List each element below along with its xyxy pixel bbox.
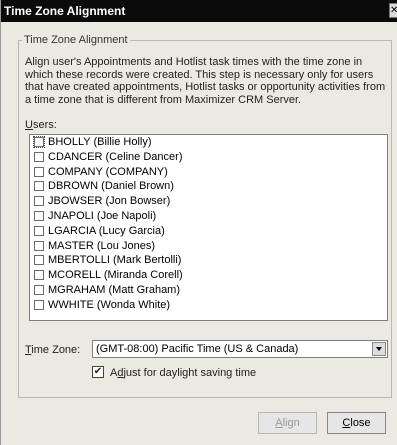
time-zone-select[interactable]: (GMT-08:00) Pacific Time (US & Canada) [92,340,388,358]
users-label-text: sers: [32,119,57,131]
user-list-item[interactable]: COMPANY (COMPANY) [30,165,387,180]
daylight-saving-checkbox[interactable]: ✔ [92,366,104,379]
user-list-item[interactable]: MBERTOLLI (Mark Bertolli) [30,253,387,268]
align-button-mnemonic: A [275,417,283,429]
user-label: JNAPOLI (Joe Napoli) [48,209,157,222]
title-bar[interactable]: Time Zone Alignment ✕ [1,0,397,22]
user-checkbox[interactable] [34,284,44,295]
user-checkbox[interactable] [34,210,44,221]
user-list-item[interactable]: MGRAHAM (Matt Graham) [30,283,387,298]
user-label: COMPANY (COMPANY) [48,165,168,178]
user-label: LGARCIA (Lucy Garcia) [48,224,165,237]
user-list-item[interactable]: JNAPOLI (Joe Napoli) [30,209,387,224]
user-checkbox[interactable] [34,225,44,236]
user-checkbox[interactable] [34,270,44,281]
close-button-text: lose [350,417,371,429]
user-checkbox[interactable] [33,136,45,148]
user-list-item[interactable]: CDANCER (Celine Dancer) [30,150,387,165]
user-checkbox[interactable] [34,196,44,207]
time-zone-label: Time Zone: [25,344,80,356]
user-label: MCORELL (Miranda Corell) [48,269,183,282]
window-title: Time Zone Alignment [4,4,126,18]
user-checkbox[interactable] [34,166,44,177]
user-list-item[interactable]: DBROWN (Daniel Brown) [30,179,387,194]
time-zone-label-text: ime Zone: [31,344,81,356]
group-legend: Time Zone Alignment [24,34,128,46]
close-button[interactable]: Close [327,412,386,434]
dst-label-text: just for daylight saving time [123,367,257,379]
user-list-item[interactable]: BHOLLY (Billie Holly) [30,135,387,150]
user-list-item[interactable]: MCORELL (Miranda Corell) [30,268,387,283]
description-text: Align user's Appointments and Hotlist ta… [25,56,386,106]
user-checkbox[interactable] [34,181,44,192]
users-label: Users: [25,119,57,131]
time-zone-value: (GMT-08:00) Pacific Time (US & Canada) [96,343,299,355]
user-checkbox[interactable] [34,151,44,162]
user-label: BHOLLY (Billie Holly) [48,136,152,148]
user-list-item[interactable]: LGARCIA (Lucy Garcia) [30,224,387,239]
user-label: WWHITE (Wonda White) [48,298,171,311]
user-list-item[interactable]: MASTER (Lou Jones) [30,239,387,254]
user-list-item[interactable]: WWHITE (Wonda White) [30,298,387,313]
user-checkbox[interactable] [34,299,44,310]
align-button[interactable]: Align [258,412,317,434]
time-zone-alignment-dialog: Time Zone Alignment ✕ Time Zone Alignmen… [0,0,397,445]
dropdown-arrow-icon[interactable] [372,342,386,356]
users-label-mnemonic: U [25,119,33,131]
user-label: CDANCER (Celine Dancer) [48,150,183,163]
user-label: MGRAHAM (Matt Graham) [48,283,181,296]
daylight-saving-option[interactable]: ✔ Adjust for daylight saving time [92,366,257,379]
user-list-item[interactable]: JBOWSER (Jon Bowser) [30,194,387,209]
user-label: DBROWN (Daniel Brown) [48,180,174,193]
user-label: MBERTOLLI (Mark Bertolli) [48,254,182,267]
align-button-text: lign [282,417,300,429]
user-label: JBOWSER (Jon Bowser) [48,195,171,208]
user-label: MASTER (Lou Jones) [48,239,155,252]
close-window-icon[interactable]: ✕ [389,3,397,18]
users-listbox[interactable]: BHOLLY (Billie Holly) CDANCER (Celine Da… [29,134,388,321]
user-checkbox[interactable] [34,240,44,251]
user-checkbox[interactable] [34,255,44,266]
